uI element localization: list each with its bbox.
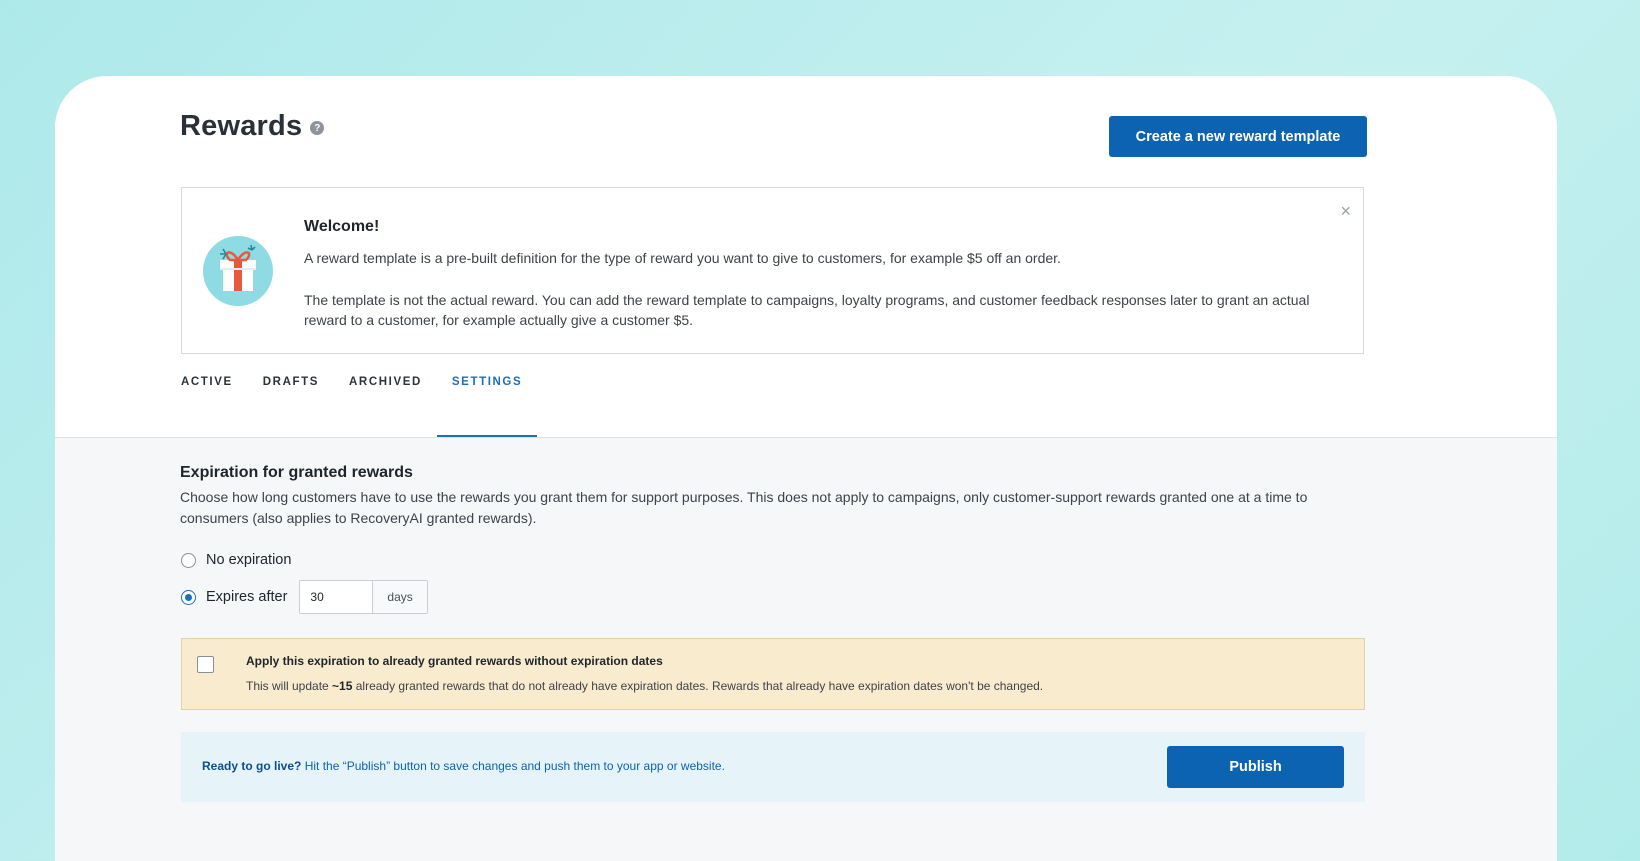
title-row: Rewards ? <box>180 110 325 143</box>
days-input-group: days <box>299 580 428 614</box>
main-card: Rewards ? Create a new reward template W… <box>55 76 1557 861</box>
no-expiration-option[interactable]: No expiration <box>181 552 291 568</box>
notice-text: This will update ~15 already granted rew… <box>246 679 1043 693</box>
apply-expiration-checkbox[interactable] <box>197 656 214 673</box>
welcome-title: Welcome! <box>304 218 380 235</box>
welcome-paragraph-2: The template is not the actual reward. Y… <box>304 292 1310 328</box>
tab-active[interactable]: ACTIVE <box>181 376 233 437</box>
expiration-title: Expiration for granted rewards <box>180 464 413 481</box>
page-title: Rewards <box>180 110 303 142</box>
expiration-description: Choose how long customers have to use th… <box>180 489 1308 526</box>
create-reward-template-button[interactable]: Create a new reward template <box>1109 116 1367 157</box>
expires-after-radio[interactable] <box>181 589 196 605</box>
no-expiration-radio[interactable] <box>181 552 196 568</box>
notice-text-prefix: This will update <box>246 679 333 693</box>
publish-text: Hit the “Publish” button to save changes… <box>301 759 725 773</box>
apply-expiration-notice: Apply this expiration to already granted… <box>181 638 1365 710</box>
tab-bar: ACTIVE DRAFTS ARCHIVED SETTINGS <box>181 376 567 437</box>
notice-text-suffix: already granted rewards that do not alre… <box>352 679 1044 693</box>
publish-button[interactable]: Publish <box>1167 746 1344 788</box>
days-input[interactable] <box>300 581 374 613</box>
publish-message: Ready to go live? Hit the “Publish” butt… <box>202 759 725 773</box>
close-icon[interactable]: × <box>1340 202 1351 220</box>
notice-count: ~15 <box>332 679 353 693</box>
no-expiration-label: No expiration <box>206 552 292 568</box>
header-section: Rewards ? Create a new reward template W… <box>55 76 1557 437</box>
days-unit-label: days <box>373 581 427 613</box>
welcome-paragraph-1: A reward template is a pre-built definit… <box>304 250 1061 266</box>
gift-icon <box>203 236 273 306</box>
welcome-panel: Welcome! A reward template is a pre-buil… <box>181 187 1364 354</box>
tab-settings[interactable]: SETTINGS <box>436 376 538 437</box>
settings-panel: Expiration for granted rewards Choose ho… <box>55 438 1557 861</box>
help-icon[interactable]: ? <box>310 121 325 135</box>
expires-after-label: Expires after <box>206 589 288 605</box>
expires-after-option[interactable]: Expires after days <box>181 580 428 614</box>
tab-drafts[interactable]: DRAFTS <box>263 376 319 437</box>
notice-title: Apply this expiration to already granted… <box>246 654 663 668</box>
publish-bar: Ready to go live? Hit the “Publish” butt… <box>181 732 1365 802</box>
tab-archived[interactable]: ARCHIVED <box>349 376 422 437</box>
publish-lead: Ready to go live? <box>202 759 302 773</box>
